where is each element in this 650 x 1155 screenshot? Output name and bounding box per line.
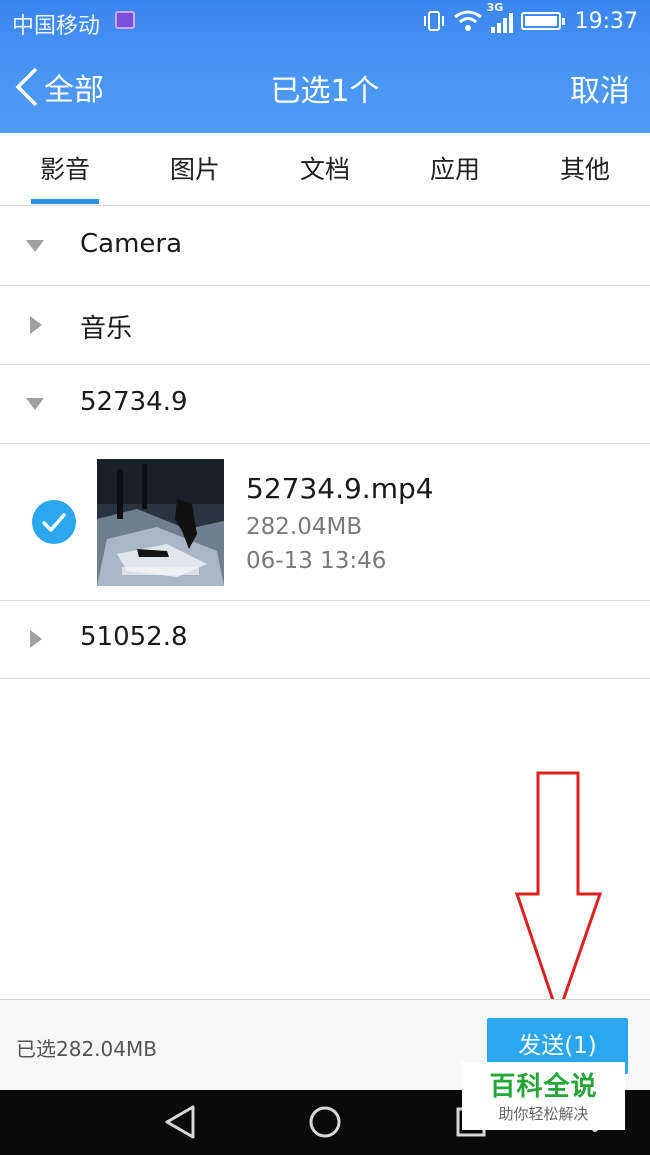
watermark-subtitle: 助你轻松解决: [498, 1105, 589, 1123]
folder-row-camera[interactable]: Camera: [0, 207, 650, 286]
file-name: 52734.9.mp4: [246, 472, 434, 505]
vibrate-icon: [423, 11, 444, 31]
status-right: 3G 19:37: [423, 1, 638, 36]
file-row[interactable]: 52734.9.mp4 282.04MB 06-13 13:46: [0, 444, 650, 601]
folder-row-52734[interactable]: 52734.9: [0, 365, 650, 444]
folder-row-51052[interactable]: 51052.8: [0, 600, 650, 679]
tab-other[interactable]: 其他: [520, 133, 650, 206]
tab-images[interactable]: 图片: [130, 133, 260, 206]
header-nav: 全部 已选1个 取消: [0, 44, 650, 133]
collapse-triangle-icon: [26, 398, 44, 410]
battery-icon: [520, 12, 565, 30]
check-icon: [42, 513, 66, 532]
back-nav-icon[interactable]: [163, 1104, 197, 1140]
watermark-logo: 百科全说 助你轻松解决: [462, 1062, 625, 1130]
clock: 19:37: [574, 8, 638, 34]
selected-size-label: 已选282.04MB: [16, 1037, 157, 1061]
tab-media[interactable]: 影音: [0, 133, 130, 206]
expand-triangle-icon: [30, 316, 42, 334]
cancel-button[interactable]: 取消: [570, 66, 630, 110]
wifi-icon: [453, 10, 482, 31]
tab-apps[interactable]: 应用: [390, 133, 520, 206]
red-down-arrow: [515, 771, 603, 1020]
network-type: 3G: [486, 1, 504, 14]
selected-checkbox[interactable]: [32, 500, 76, 544]
status-bar: 中国移动 3G 19:37: [0, 0, 650, 44]
folder-name: Camera: [80, 229, 183, 259]
top-bar: 中国移动 3G 19:37 全部 已选1个 取消: [0, 0, 650, 133]
tab-documents[interactable]: 文档: [260, 133, 390, 206]
home-nav-icon[interactable]: [307, 1104, 343, 1140]
folder-row-music[interactable]: 音乐: [0, 286, 650, 365]
category-tabs: 影音 图片 文档 应用 其他: [0, 133, 650, 206]
folder-name: 51052.8: [80, 622, 188, 652]
file-date: 06-13 13:46: [246, 548, 387, 574]
active-tab-indicator: [31, 199, 99, 204]
video-thumbnail: [97, 459, 224, 586]
page-title: 已选1个: [270, 74, 380, 109]
collapse-triangle-icon: [26, 240, 44, 252]
signal-icon: 3G: [487, 1, 513, 33]
folder-name: 52734.9: [80, 387, 188, 417]
folder-name: 音乐: [80, 314, 133, 344]
carrier-name: 中国移动: [12, 14, 101, 39]
expand-triangle-icon: [30, 630, 42, 648]
file-size: 282.04MB: [246, 514, 363, 540]
watermark-title: 百科全说: [489, 1072, 598, 1102]
notification-icon: [115, 11, 135, 29]
